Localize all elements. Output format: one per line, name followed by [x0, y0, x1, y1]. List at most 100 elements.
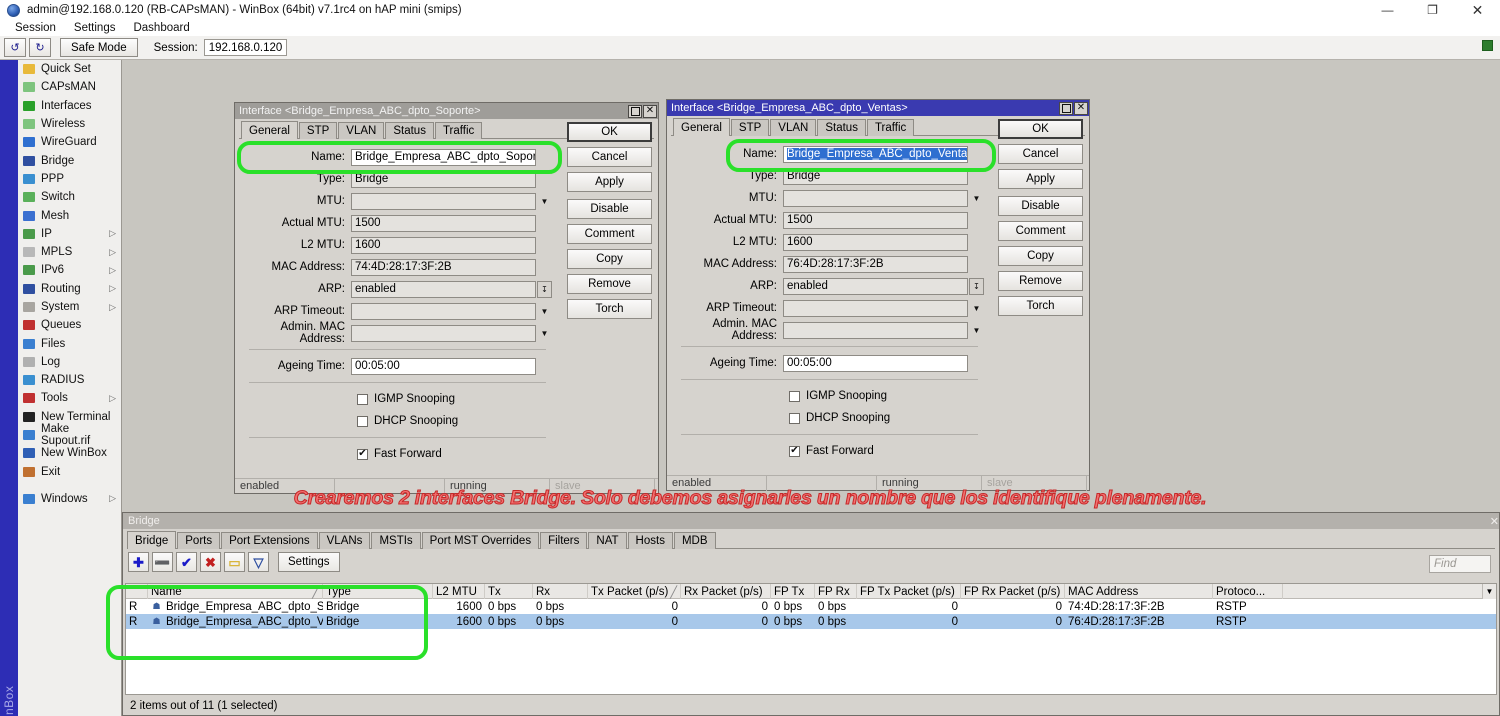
ageing-time-field[interactable]: 00:05:00: [783, 355, 968, 372]
sidebar-item-make-supout-rif[interactable]: Make Supout.rif: [18, 426, 121, 444]
dialog-close-button[interactable]: ✕: [643, 105, 657, 118]
bridge-tab-filters[interactable]: Filters: [540, 532, 587, 549]
bridge-tab-hosts[interactable]: Hosts: [628, 532, 673, 549]
sidebar-item-new-winbox[interactable]: New WinBox: [18, 444, 121, 462]
arp-dropdown-arrow-icon[interactable]: ↧: [969, 278, 984, 295]
close-button[interactable]: ✕: [1455, 0, 1500, 20]
mtu-dropdown-arrow-icon[interactable]: ▼: [969, 190, 984, 207]
sidebar-item-wireguard[interactable]: WireGuard: [18, 133, 121, 151]
sidebar-item-ipv6[interactable]: IPv6▷: [18, 261, 121, 279]
arp-field[interactable]: enabled: [783, 278, 968, 295]
session-value[interactable]: 192.168.0.120: [204, 39, 288, 56]
sidebar-item-log[interactable]: Log: [18, 353, 121, 371]
sidebar-item-files[interactable]: Files: [18, 334, 121, 352]
disable-button[interactable]: Disable: [998, 196, 1083, 216]
sidebar-item-interfaces[interactable]: Interfaces: [18, 97, 121, 115]
disable-icon[interactable]: ✖: [200, 552, 221, 572]
arp-dropdown-arrow-icon[interactable]: ↧: [537, 281, 552, 298]
fast-forward-checkbox[interactable]: ✔: [789, 446, 800, 457]
admin-mac-address-field[interactable]: [351, 325, 536, 342]
table-row[interactable]: R☗Bridge_Empresa_ABC_dpto_VentasBridge16…: [126, 614, 1496, 629]
ok-button[interactable]: OK: [567, 122, 652, 142]
menu-item-dashboard[interactable]: Dashboard: [124, 22, 198, 34]
remove-button[interactable]: Remove: [998, 271, 1083, 291]
cancel-button[interactable]: Cancel: [567, 147, 652, 167]
torch-button[interactable]: Torch: [998, 296, 1083, 316]
sidebar-item-quick-set[interactable]: Quick Set: [18, 60, 121, 78]
bridge-tab-mdb[interactable]: MDB: [674, 532, 716, 549]
column-header-l2-mtu[interactable]: L2 MTU: [433, 584, 485, 599]
sidebar-item-radius[interactable]: RADIUS: [18, 371, 121, 389]
menu-item-settings[interactable]: Settings: [65, 22, 125, 34]
column-header-fp-rx-packet-p-s-[interactable]: FP Rx Packet (p/s): [961, 584, 1065, 599]
name-field[interactable]: Bridge_Empresa_ABC_dpto_Soporte: [351, 149, 536, 166]
tab-status[interactable]: Status: [385, 122, 434, 139]
column-header-protoco-[interactable]: Protoco...: [1213, 584, 1283, 599]
mtu-field[interactable]: [783, 190, 968, 207]
minimize-button[interactable]: —: [1365, 0, 1410, 20]
dhcp-snooping-checkbox[interactable]: [357, 416, 368, 427]
l2-mtu-field[interactable]: 1600: [783, 234, 968, 251]
arp-timeout-dropdown-arrow-icon[interactable]: ▼: [969, 300, 984, 317]
comment-icon[interactable]: ▭: [224, 552, 245, 572]
name-field[interactable]: Bridge_Empresa_ABC_dpto_Ventas: [783, 146, 968, 163]
mtu-field[interactable]: [351, 193, 536, 210]
igmp-snooping-checkbox-row[interactable]: IGMP Snooping: [243, 388, 552, 410]
filter-icon[interactable]: ▽: [248, 552, 269, 572]
column-header-fp-rx[interactable]: FP Rx: [815, 584, 857, 599]
column-header-type[interactable]: Type: [323, 584, 433, 599]
column-header-tx-packet-p-s-[interactable]: Tx Packet (p/s)╱: [588, 584, 681, 599]
table-row[interactable]: R☗Bridge_Empresa_ABC_dpto_SoporteBridge1…: [126, 599, 1496, 614]
tab-status[interactable]: Status: [817, 119, 866, 136]
admin-mac-address-dropdown-arrow-icon[interactable]: ▼: [537, 325, 552, 342]
tab-general[interactable]: General: [673, 118, 730, 136]
column-header-blank[interactable]: [126, 584, 148, 599]
comment-button[interactable]: Comment: [567, 224, 652, 244]
fast-forward-checkbox-row[interactable]: ✔Fast Forward: [243, 443, 552, 465]
ageing-time-field[interactable]: 00:05:00: [351, 358, 536, 375]
column-header-rx[interactable]: Rx: [533, 584, 588, 599]
fast-forward-checkbox-row[interactable]: ✔Fast Forward: [675, 440, 984, 462]
l2-mtu-field[interactable]: 1600: [351, 237, 536, 254]
dialog-maximize-button[interactable]: [628, 105, 642, 118]
remove-button[interactable]: Remove: [567, 274, 652, 294]
menu-item-session[interactable]: Session: [6, 22, 65, 34]
bridge-tab-nat[interactable]: NAT: [588, 532, 626, 549]
mtu-dropdown-arrow-icon[interactable]: ▼: [537, 193, 552, 210]
dhcp-snooping-checkbox-row[interactable]: DHCP Snooping: [243, 410, 552, 432]
sidebar-item-mpls[interactable]: MPLS▷: [18, 243, 121, 261]
sidebar-item-switch[interactable]: Switch: [18, 188, 121, 206]
dhcp-snooping-checkbox[interactable]: [789, 413, 800, 424]
sidebar-item-capsman[interactable]: CAPsMAN: [18, 78, 121, 96]
type-field[interactable]: Bridge: [783, 168, 968, 185]
safe-mode-button[interactable]: Safe Mode: [60, 38, 138, 57]
add-icon[interactable]: ✚: [128, 552, 149, 572]
tab-vlan[interactable]: VLAN: [770, 119, 816, 136]
bridge-tab-port-mst-overrides[interactable]: Port MST Overrides: [422, 532, 539, 549]
column-header-blank[interactable]: [1283, 584, 1497, 599]
apply-button[interactable]: Apply: [998, 169, 1083, 189]
sidebar-item-ip[interactable]: IP▷: [18, 225, 121, 243]
dialog-maximize-button[interactable]: [1059, 102, 1073, 115]
enable-icon[interactable]: ✔: [176, 552, 197, 572]
bridge-close-button[interactable]: ✕: [1490, 515, 1499, 528]
sidebar-item-system[interactable]: System▷: [18, 298, 121, 316]
tab-vlan[interactable]: VLAN: [338, 122, 384, 139]
sidebar-item-mesh[interactable]: Mesh: [18, 206, 121, 224]
dialog-title-bar[interactable]: Interface <Bridge_Empresa_ABC_dpto_Venta…: [667, 100, 1089, 116]
column-chooser-icon[interactable]: ▼: [1482, 584, 1496, 599]
sidebar-item-ppp[interactable]: PPP: [18, 170, 121, 188]
arp-timeout-field[interactable]: [351, 303, 536, 320]
bridge-tab-mstis[interactable]: MSTIs: [371, 532, 420, 549]
undo-icon[interactable]: ↺: [4, 38, 26, 57]
arp-field[interactable]: enabled: [351, 281, 536, 298]
igmp-snooping-checkbox-row[interactable]: IGMP Snooping: [675, 385, 984, 407]
type-field[interactable]: Bridge: [351, 171, 536, 188]
copy-button[interactable]: Copy: [567, 249, 652, 269]
column-header-fp-tx[interactable]: FP Tx: [771, 584, 815, 599]
column-header-name[interactable]: Name╱: [148, 584, 323, 599]
redo-icon[interactable]: ↻: [29, 38, 51, 57]
bridge-tab-port-extensions[interactable]: Port Extensions: [221, 532, 318, 549]
torch-button[interactable]: Torch: [567, 299, 652, 319]
bridge-tab-ports[interactable]: Ports: [177, 532, 220, 549]
